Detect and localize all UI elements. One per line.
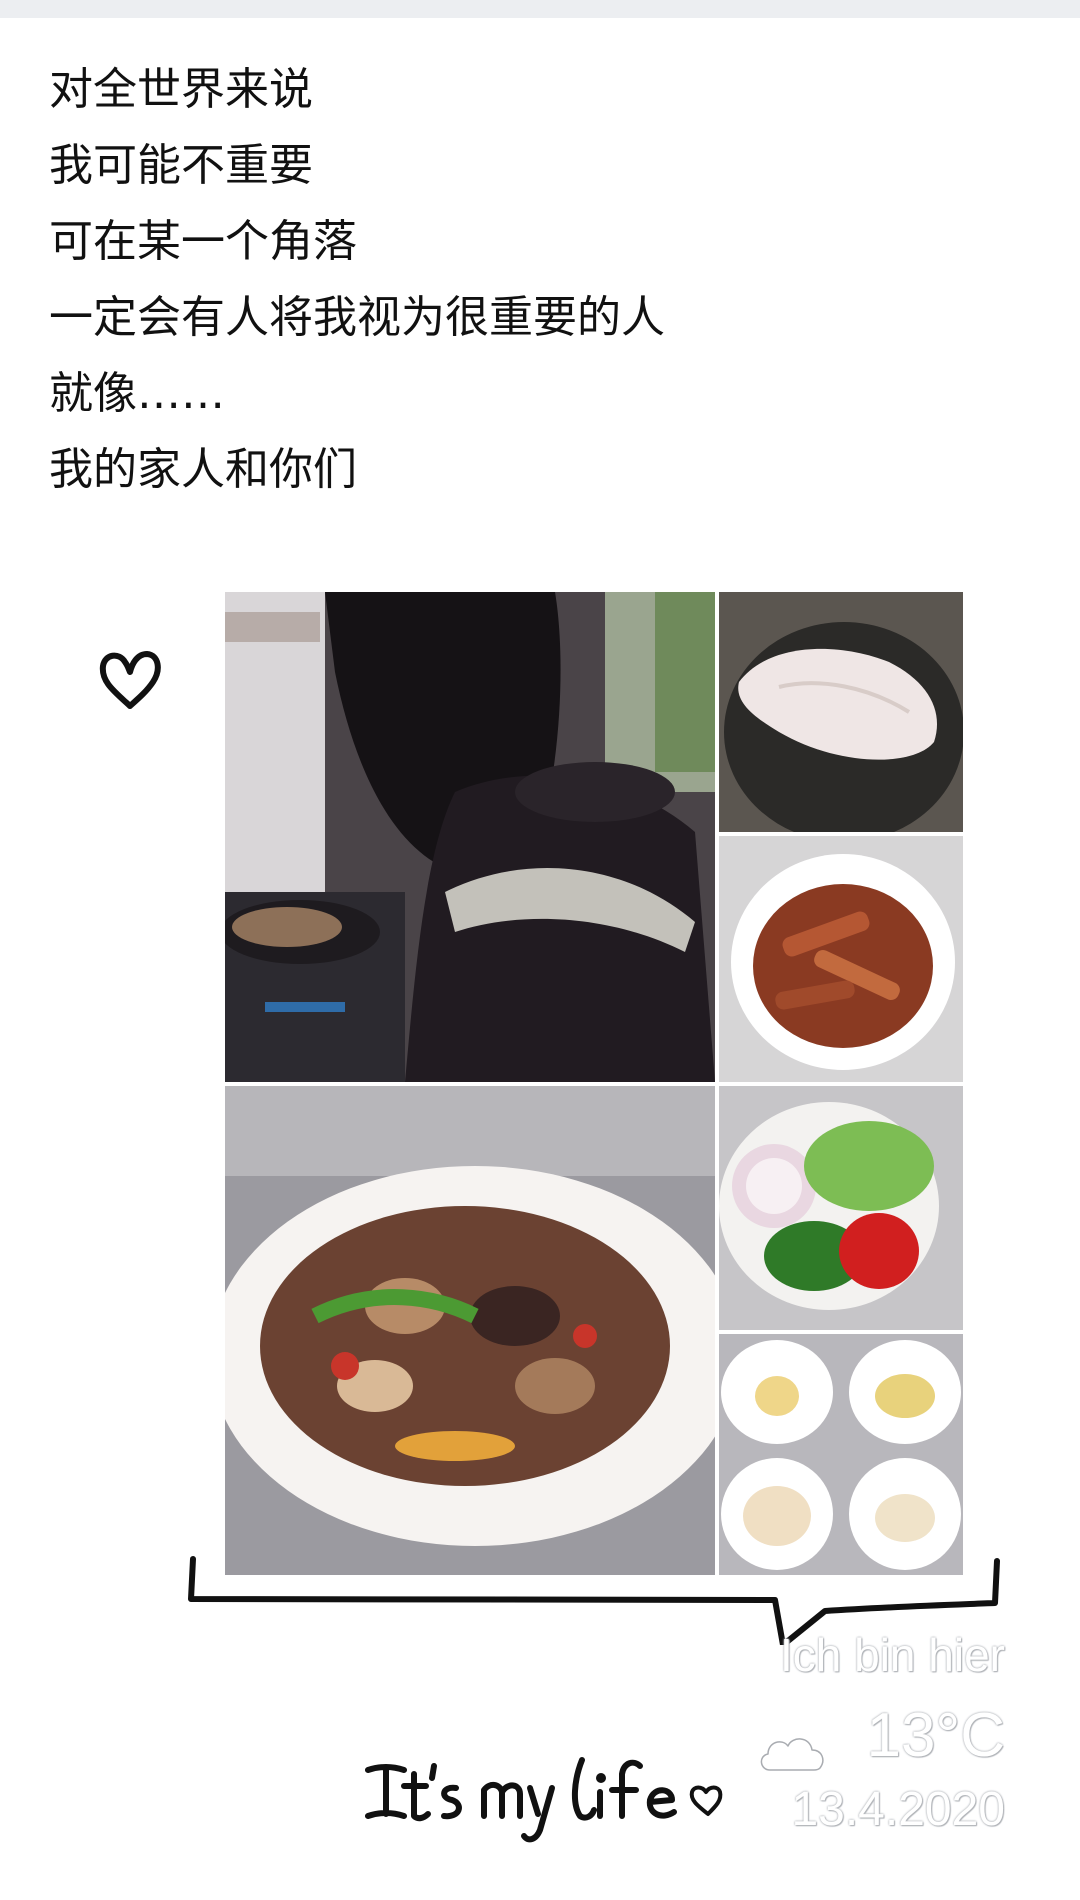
heart-icon: [99, 651, 161, 709]
post-line: 我可能不重要: [49, 140, 313, 191]
cloud-icon: [759, 1737, 825, 1772]
photo-sausage-bowl[interactable]: [719, 836, 963, 1082]
handwritten-caption: [365, 1757, 723, 1843]
post-text: 对全世界来说 我可能不重要 可在某一个角落 一定会有人将我视为很重要的人 就像……: [49, 52, 665, 508]
photo-cooking[interactable]: [225, 592, 715, 1082]
temperature-label: 13°C: [866, 1701, 1005, 1770]
post-line: 一定会有人将我视为很重要的人: [49, 292, 665, 343]
photo-chicken[interactable]: [719, 592, 963, 832]
post-line: 对全世界来说: [49, 64, 313, 115]
photo-final-dish[interactable]: [225, 1086, 715, 1575]
post-line: 我的家人和你们: [49, 444, 357, 495]
post-line: 可在某一个角落: [49, 216, 357, 267]
photo-condiments[interactable]: [719, 1334, 963, 1575]
location-label: Ich bin hier: [779, 1629, 1005, 1681]
photo-vegetables[interactable]: [719, 1086, 963, 1330]
date-label: 13.4.2020: [791, 1783, 1005, 1836]
post-line: 就像……: [49, 368, 225, 419]
photo-collage[interactable]: [225, 592, 963, 1575]
top-status-bar: [0, 0, 1080, 18]
